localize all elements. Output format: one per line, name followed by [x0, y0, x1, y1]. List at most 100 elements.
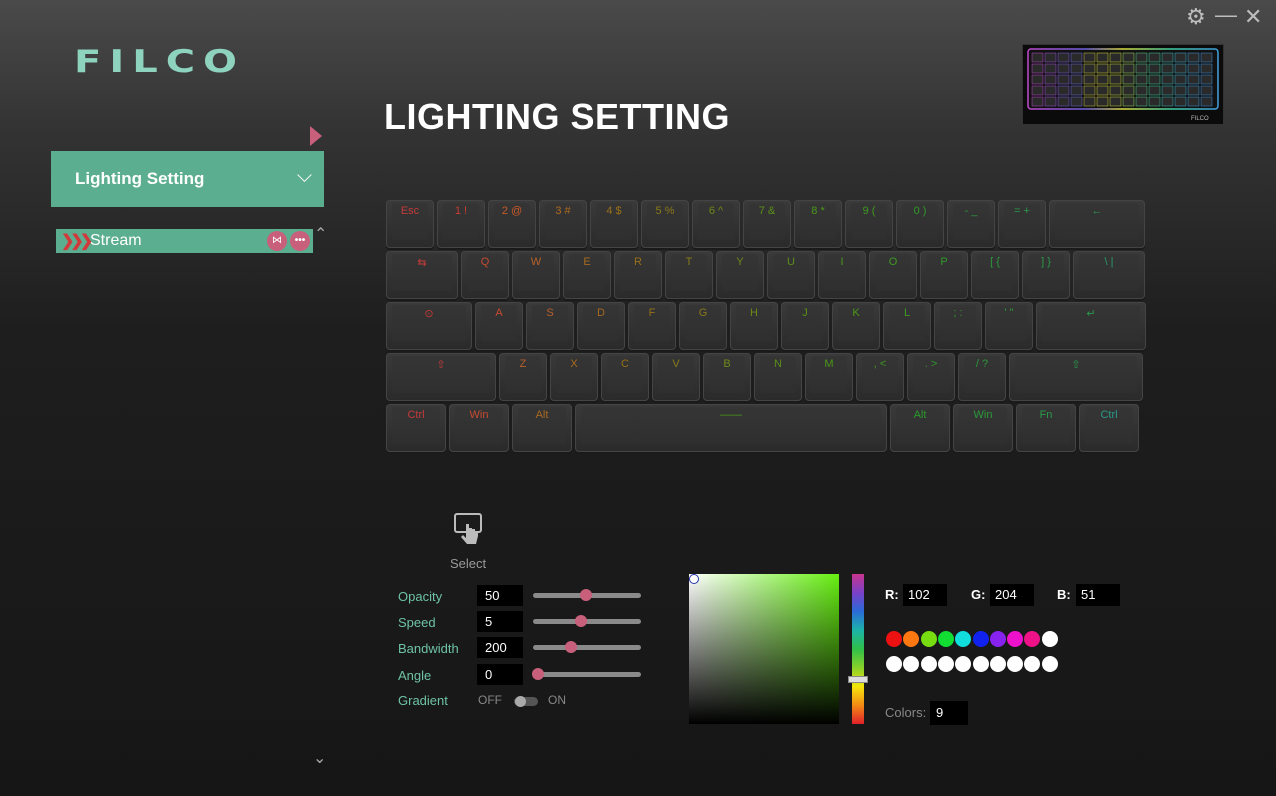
keyboard-key[interactable]: [ {	[971, 251, 1019, 299]
keyboard-key[interactable]: A	[475, 302, 523, 350]
profile-item-stream[interactable]: ❯❯❯ Stream ⋈ •••	[56, 229, 313, 253]
color-swatch[interactable]	[903, 631, 920, 647]
bandwidth-input[interactable]: 200	[477, 637, 523, 658]
empty-color-swatch[interactable]	[920, 656, 937, 672]
empty-color-swatch[interactable]	[955, 656, 972, 672]
color-swatch[interactable]	[1024, 631, 1041, 647]
keyboard-key[interactable]: 3 #	[539, 200, 587, 248]
touch-select-icon[interactable]	[453, 512, 485, 548]
close-icon[interactable]: ✕	[1244, 6, 1262, 28]
keyboard-key[interactable]: Z	[499, 353, 547, 401]
keyboard-key[interactable]: Fn	[1016, 404, 1076, 452]
keyboard-key[interactable]: N	[754, 353, 802, 401]
minimize-icon[interactable]: —	[1215, 4, 1237, 26]
keyboard-key[interactable]: ←	[1049, 200, 1145, 248]
keyboard-key[interactable]: S	[526, 302, 574, 350]
keyboard-key[interactable]: V	[652, 353, 700, 401]
keyboard-key[interactable]: Win	[449, 404, 509, 452]
color-swatch[interactable]	[920, 631, 937, 647]
keyboard-key[interactable]: ↵	[1036, 302, 1146, 350]
bandwidth-slider[interactable]	[533, 641, 641, 653]
color-swatch[interactable]	[972, 631, 989, 647]
gradient-toggle[interactable]	[514, 696, 538, 707]
empty-color-swatch[interactable]	[972, 656, 989, 672]
keyboard-key[interactable]: ⇆	[386, 251, 458, 299]
speed-input[interactable]: 5	[477, 611, 523, 632]
empty-color-swatch[interactable]	[903, 656, 920, 672]
keyboard-key[interactable]: = +	[998, 200, 1046, 248]
r-input[interactable]: 102	[903, 584, 947, 606]
color-swatch[interactable]	[955, 631, 972, 647]
more-options-icon[interactable]: •••	[290, 231, 310, 251]
keyboard-key[interactable]: ⇧	[386, 353, 496, 401]
keyboard-key[interactable]: T	[665, 251, 713, 299]
keyboard-key[interactable]: . >	[907, 353, 955, 401]
keyboard-key[interactable]: 7 &	[743, 200, 791, 248]
speed-slider-thumb[interactable]	[574, 615, 587, 627]
keyboard-key[interactable]: Win	[953, 404, 1013, 452]
keyboard-key[interactable]: 8 *	[794, 200, 842, 248]
keyboard-key[interactable]: U	[767, 251, 815, 299]
bandwidth-slider-thumb[interactable]	[564, 641, 577, 653]
keyboard-key[interactable]: / ?	[958, 353, 1006, 401]
color-swatch[interactable]	[1041, 631, 1058, 647]
keyboard-key[interactable]: 9 (	[845, 200, 893, 248]
keyboard-key[interactable]: ⇧	[1009, 353, 1143, 401]
speed-slider[interactable]	[533, 615, 641, 627]
empty-color-swatch[interactable]	[1024, 656, 1041, 672]
angle-slider-thumb[interactable]	[532, 668, 545, 680]
keyboard-key[interactable]: R	[614, 251, 662, 299]
keyboard-key[interactable]: Y	[716, 251, 764, 299]
keyboard-key[interactable]: O	[869, 251, 917, 299]
keyboard-key[interactable]: - _	[947, 200, 995, 248]
empty-color-swatch[interactable]	[937, 656, 954, 672]
keyboard-key[interactable]: L	[883, 302, 931, 350]
collapse-arrow-icon[interactable]	[310, 126, 322, 146]
scroll-down-icon[interactable]: ⌄	[313, 748, 326, 768]
scroll-up-icon[interactable]: ⌃	[314, 224, 327, 244]
keyboard-key[interactable]: I	[818, 251, 866, 299]
keyboard-key[interactable]: J	[781, 302, 829, 350]
keyboard-key[interactable]: , <	[856, 353, 904, 401]
keyboard-key[interactable]: 6 ^	[692, 200, 740, 248]
b-input[interactable]: 51	[1076, 584, 1120, 606]
angle-input[interactable]: 0	[477, 664, 523, 685]
keyboard-key[interactable]: ; :	[934, 302, 982, 350]
keyboard-key[interactable]: B	[703, 353, 751, 401]
keyboard-key[interactable]: 1 !	[437, 200, 485, 248]
keyboard-key[interactable]: X	[550, 353, 598, 401]
keyboard-key[interactable]: Alt	[512, 404, 572, 452]
keyboard-key[interactable]: F	[628, 302, 676, 350]
empty-color-swatch[interactable]	[989, 656, 1006, 672]
opacity-slider[interactable]	[533, 589, 641, 601]
g-input[interactable]: 204	[990, 584, 1034, 606]
keyboard-key[interactable]: Alt	[890, 404, 950, 452]
keyboard-key[interactable]: 4 $	[590, 200, 638, 248]
keyboard-key[interactable]: 0 )	[896, 200, 944, 248]
keyboard-key[interactable]: P	[920, 251, 968, 299]
colors-count-input[interactable]: 9	[930, 701, 968, 725]
color-swatch[interactable]	[937, 631, 954, 647]
keyboard-key[interactable]: M	[805, 353, 853, 401]
empty-color-swatch[interactable]	[1041, 656, 1058, 672]
color-swatch[interactable]	[886, 631, 902, 647]
keyboard-key[interactable]: Esc	[386, 200, 434, 248]
keyboard-key[interactable]: E	[563, 251, 611, 299]
hue-slider[interactable]	[848, 574, 868, 724]
keyboard-key[interactable]: Ctrl	[386, 404, 446, 452]
hue-slider-thumb[interactable]	[848, 676, 868, 683]
keyboard-key[interactable]: K	[832, 302, 880, 350]
empty-color-swatch[interactable]	[1007, 656, 1024, 672]
keyboard-key[interactable]: Q	[461, 251, 509, 299]
profile-edit-icon[interactable]: ⋈	[267, 231, 287, 251]
empty-color-swatch[interactable]	[886, 656, 902, 672]
picker-handle[interactable]	[689, 574, 699, 584]
angle-slider[interactable]	[532, 668, 641, 680]
keyboard-key[interactable]: W	[512, 251, 560, 299]
gear-icon[interactable]: ⚙	[1186, 6, 1206, 28]
keyboard-key[interactable]: Ctrl	[1079, 404, 1139, 452]
opacity-slider-thumb[interactable]	[579, 589, 592, 601]
keyboard-key[interactable]: ' "	[985, 302, 1033, 350]
keyboard-key[interactable]: \ |	[1073, 251, 1145, 299]
keyboard-key[interactable]: H	[730, 302, 778, 350]
